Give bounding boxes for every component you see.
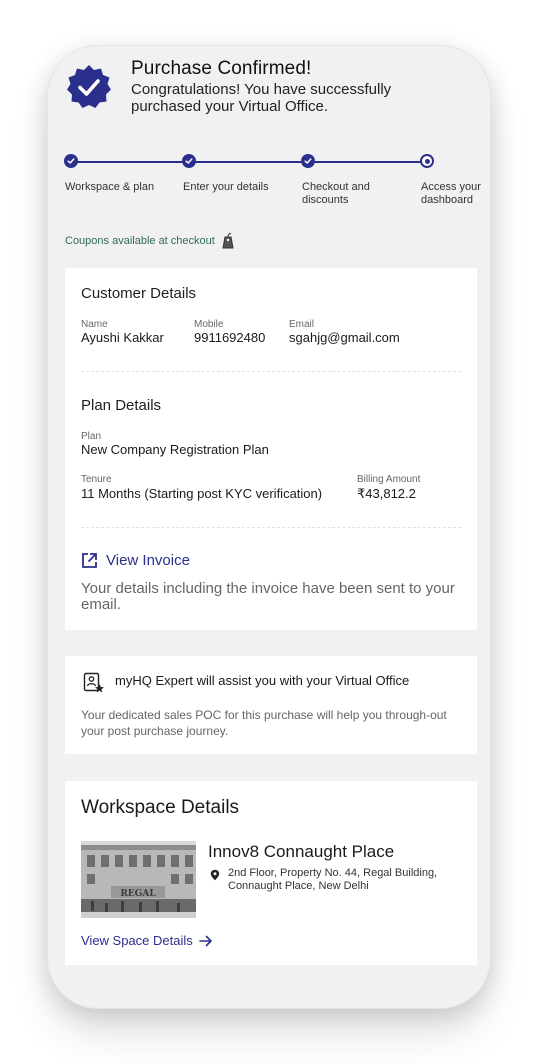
- workspace-card: Workspace Details REGAL Innov8 Connaught…: [65, 781, 477, 965]
- page-title: Purchase Confirmed!: [131, 58, 312, 79]
- expert-title: myHQ Expert will assist you with your Vi…: [115, 673, 410, 688]
- view-invoice-link[interactable]: View Invoice: [81, 552, 190, 569]
- customer-email: sgahjg@gmail.com: [289, 330, 400, 345]
- progress-stepper: Workspace & plan Enter your details Chec…: [48, 154, 490, 234]
- regal-sign: REGAL: [120, 889, 156, 899]
- section-divider: [81, 371, 461, 372]
- step-done-icon: [301, 154, 315, 168]
- workspace-name: Innov8 Connaught Place: [208, 842, 395, 861]
- view-invoice-label: View Invoice: [106, 552, 190, 569]
- billing-amount-label: Billing Amount: [357, 474, 421, 485]
- plan-tenure: 11 Months (Starting post KYC verificatio…: [81, 486, 323, 501]
- email-label: Email: [289, 319, 315, 330]
- coupon-text: Coupons available at checkout: [65, 235, 215, 247]
- step-label-dashboard: Access your dashboard: [421, 181, 481, 206]
- customer-details-heading: Customer Details: [81, 285, 197, 302]
- phone-frame: Purchase Confirmed! Congratulations! You…: [48, 46, 490, 1008]
- view-space-details-link[interactable]: View Space Details: [81, 933, 213, 948]
- plan-label: Plan: [81, 431, 102, 442]
- step-current-icon: [420, 154, 434, 168]
- arrow-right-icon: [198, 935, 212, 946]
- external-link-icon: [82, 553, 97, 568]
- customer-name: Ayushi Kakkar: [81, 330, 164, 345]
- verified-badge-icon: [67, 65, 111, 108]
- invoice-note: Your details including the invoice have …: [81, 580, 455, 613]
- expert-badge-icon: [83, 672, 104, 693]
- tenure-label: Tenure: [81, 474, 112, 485]
- plan-name: New Company Registration Plan: [81, 442, 269, 457]
- expert-card: myHQ Expert will assist you with your Vi…: [65, 656, 477, 754]
- step-done-icon: [182, 154, 196, 168]
- section-divider: [81, 527, 461, 528]
- location-pin-icon: [210, 869, 220, 881]
- billing-amount: ₹43,812.2: [357, 486, 416, 501]
- customer-mobile: 9911692480: [194, 330, 266, 345]
- stepper-connector: [71, 161, 189, 163]
- name-label: Name: [81, 319, 108, 330]
- expert-description: Your dedicated sales POC for this purcha…: [81, 708, 447, 738]
- order-details-card: Customer Details Name Ayushi Kakkar Mobi…: [65, 268, 477, 630]
- step-done-icon: [64, 154, 78, 168]
- step-label-enter-details: Enter your details: [183, 181, 269, 193]
- stepper-connector: [189, 161, 308, 163]
- confirmation-screen: Purchase Confirmed! Congratulations! You…: [48, 46, 490, 1008]
- plan-details-heading: Plan Details: [81, 397, 162, 414]
- step-label-checkout: Checkout and discounts: [302, 181, 370, 206]
- view-space-details-label: View Space Details: [81, 933, 193, 948]
- coupon-notice[interactable]: Coupons available at checkout: [65, 232, 235, 250]
- mobile-label: Mobile: [194, 319, 224, 330]
- tag-icon: [222, 233, 234, 249]
- stepper-connector: [308, 161, 427, 163]
- page-subtitle: Congratulations! You have successfully p…: [131, 81, 392, 115]
- workspace-photo: REGAL: [81, 841, 196, 918]
- step-label-workspace-plan: Workspace & plan: [65, 181, 155, 193]
- workspace-details-heading: Workspace Details: [81, 797, 240, 818]
- workspace-address: 2nd Floor, Property No. 44, Regal Buildi…: [228, 867, 438, 892]
